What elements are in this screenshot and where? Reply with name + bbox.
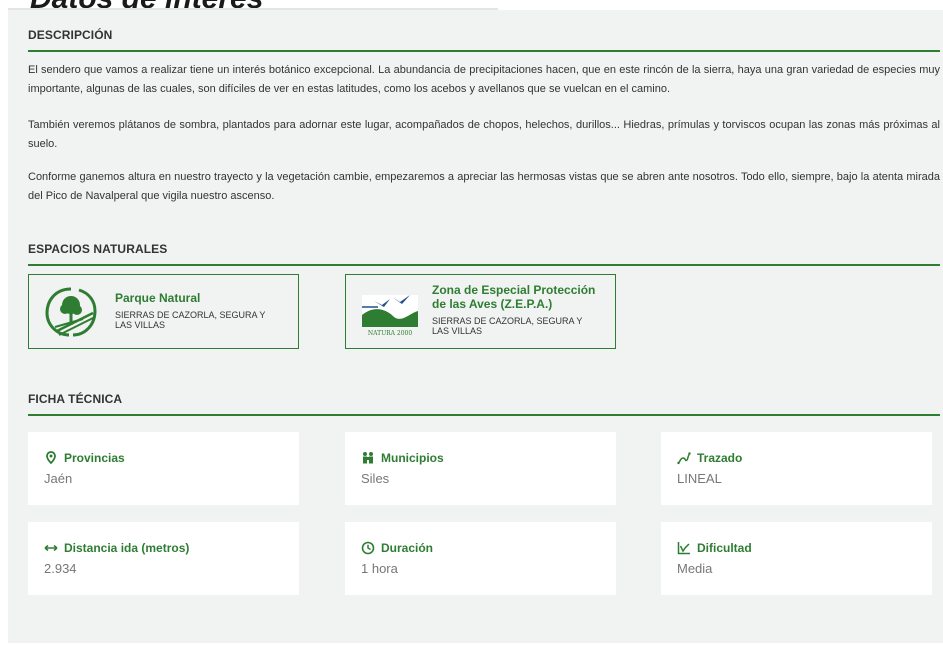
ficha-label: Provincias	[64, 451, 125, 465]
ficha-label: Trazado	[697, 451, 743, 465]
espacio-place: SIERRAS DE CAZORLA, SEGURA Y LAS VILLAS	[115, 310, 266, 330]
ficha-label: Distancia ida (metros)	[64, 541, 190, 555]
ficha-card-dificultad: Dificultad Media	[661, 522, 932, 595]
distance-arrows-icon	[44, 541, 58, 555]
ficha-heading: FICHA TÉCNICA	[28, 392, 940, 416]
espacios-heading: ESPACIOS NATURALES	[28, 242, 940, 266]
ficha-card-trazado: Trazado LINEAL	[661, 432, 932, 505]
svg-text:NATURA 2000: NATURA 2000	[368, 330, 413, 337]
ficha-label: Duración	[381, 541, 434, 555]
espacio-zepa[interactable]: NATURA 2000 Zona de Especial Protección …	[345, 274, 616, 349]
espacio-name: Zona de Especial Protección de las Aves …	[432, 283, 596, 311]
ficha-card-duracion: Duración 1 hora	[345, 522, 616, 595]
descripcion-paragraph-2: También veremos plátanos de sombra, plan…	[28, 119, 940, 150]
content-panel: DESCRIPCIÓN El sendero que vamos a reali…	[8, 10, 943, 643]
ficha-value: 2.934	[44, 561, 77, 576]
descripcion-paragraph-1: El sendero que vamos a realizar tiene un…	[28, 64, 940, 95]
espacio-place: SIERRAS DE CAZORLA, SEGURA Y LAS VILLAS	[432, 316, 583, 336]
natura-2000-logo: NATURA 2000	[360, 287, 422, 341]
ficha-value: 1 hora	[361, 561, 398, 576]
ficha-value: Jaén	[44, 471, 73, 486]
people-icon	[361, 451, 375, 465]
espacio-parque-natural[interactable]: Parque Natural SIERRAS DE CAZORLA, SEGUR…	[28, 274, 299, 349]
clock-icon	[361, 541, 375, 555]
ficha-card-distancia: Distancia ida (metros) 2.934	[28, 522, 299, 595]
ficha-value: Media	[677, 561, 713, 576]
descripcion-paragraph-3: Conforme ganemos altura en nuestro traye…	[28, 171, 940, 202]
ficha-label: Municipios	[381, 451, 444, 465]
ficha-label: Dificultad	[697, 541, 752, 555]
ficha-value: LINEAL	[677, 471, 722, 486]
descripcion-heading: DESCRIPCIÓN	[28, 28, 940, 52]
ficha-value: Siles	[361, 471, 390, 486]
ficha-card-municipios: Municipios Siles	[345, 432, 616, 505]
route-icon	[677, 451, 691, 465]
ficha-card-provincias: Provincias Jaén	[28, 432, 299, 505]
espacio-name: Parque Natural	[115, 291, 201, 305]
difficulty-chart-icon	[677, 541, 691, 555]
parque-natural-logo	[43, 285, 99, 339]
map-pin-icon	[44, 451, 58, 465]
